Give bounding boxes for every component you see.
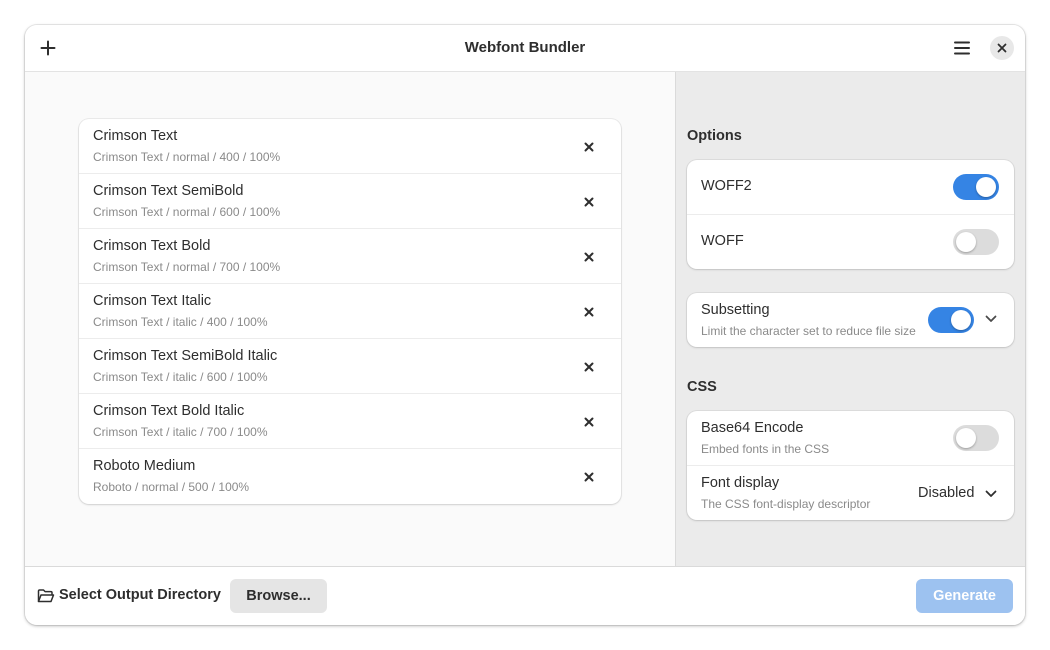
remove-icon [584, 197, 594, 207]
remove-icon [584, 417, 594, 427]
remove-font-button[interactable] [577, 355, 601, 379]
main-menu-button[interactable] [948, 35, 976, 61]
font-details: Crimson Text / italic / 700 / 100% [93, 425, 268, 439]
browse-button[interactable]: Browse... [230, 579, 327, 613]
font-details: Crimson Text / normal / 600 / 100% [93, 205, 281, 219]
generate-button[interactable]: Generate [916, 579, 1013, 613]
app-window: Webfont Bundler Crimson Text Crimson Tex… [25, 25, 1025, 625]
font-details: Crimson Text / italic / 600 / 100% [93, 370, 268, 384]
font-details: Crimson Text / italic / 400 / 100% [93, 315, 268, 329]
font-row: Crimson Text Bold Italic Crimson Text / … [79, 394, 621, 449]
woff2-switch[interactable] [953, 174, 999, 200]
font-details: Crimson Text / normal / 700 / 100% [93, 260, 281, 274]
font-row: Crimson Text Crimson Text / normal / 400… [79, 119, 621, 174]
remove-font-button[interactable] [577, 190, 601, 214]
switch-knob [951, 310, 971, 330]
bottom-bar: Select Output Directory Browse... Genera… [25, 566, 1025, 625]
subsetting-switch[interactable] [928, 307, 974, 333]
switch-knob [976, 177, 996, 197]
font-name: Crimson Text [93, 128, 178, 144]
font-list-pane: Crimson Text Crimson Text / normal / 400… [25, 72, 675, 566]
font-row: Crimson Text Bold Crimson Text / normal … [79, 229, 621, 284]
font-display-dropdown-toggle[interactable] [983, 486, 999, 502]
font-name: Crimson Text SemiBold [93, 183, 244, 199]
base64-switch[interactable] [953, 425, 999, 451]
remove-icon [584, 252, 594, 262]
switch-knob [956, 428, 976, 448]
woff2-label: WOFF2 [701, 178, 752, 194]
font-row: Crimson Text SemiBold Crimson Text / nor… [79, 174, 621, 229]
window-title: Webfont Bundler [464, 39, 586, 56]
chevron-down-icon [985, 490, 997, 497]
font-display-dropdown[interactable]: Disabled [918, 485, 974, 501]
subsetting-subtitle: Limit the character set to reduce file s… [701, 324, 916, 338]
hamburger-menu-icon [954, 41, 970, 55]
subsetting-card: Subsetting Limit the character set to re… [687, 293, 1014, 347]
base64-subtitle: Embed fonts in the CSS [701, 442, 830, 456]
font-row: Roboto Medium Roboto / normal / 500 / 10… [79, 449, 621, 504]
font-display-label: Font display [701, 475, 780, 491]
switch-knob [956, 232, 976, 252]
font-display-subtitle: The CSS font-display descriptor [701, 497, 871, 511]
remove-font-button[interactable] [577, 410, 601, 434]
close-icon [997, 43, 1007, 53]
woff-switch[interactable] [953, 229, 999, 255]
close-window-button[interactable] [990, 36, 1014, 60]
font-name: Roboto Medium [93, 458, 196, 474]
woff-label: WOFF [701, 233, 744, 249]
font-row: Crimson Text SemiBold Italic Crimson Tex… [79, 339, 621, 394]
font-name: Crimson Text Bold [93, 238, 211, 254]
subsetting-label: Subsetting [701, 302, 770, 318]
font-display-row[interactable]: Font display The CSS font-display descri… [687, 466, 1014, 520]
font-details: Roboto / normal / 500 / 100% [93, 480, 250, 494]
font-name: Crimson Text SemiBold Italic [93, 348, 278, 364]
options-sidebar: Options WOFF2 WOFF Subsetting Limit the … [675, 72, 1025, 566]
folder-open-icon [37, 589, 55, 603]
chevron-down-icon [985, 315, 997, 322]
css-options-card: Base64 Encode Embed fonts in the CSS Fon… [687, 411, 1014, 520]
base64-label: Base64 Encode [701, 420, 804, 436]
font-name: Crimson Text Italic [93, 293, 212, 309]
font-row: Crimson Text Italic Crimson Text / itali… [79, 284, 621, 339]
font-details: Crimson Text / normal / 400 / 100% [93, 150, 281, 164]
subsetting-expander[interactable] [983, 311, 999, 327]
options-section-title: Options [687, 128, 742, 144]
subsetting-row[interactable]: Subsetting Limit the character set to re… [687, 293, 1014, 347]
remove-icon [584, 142, 594, 152]
font-list: Crimson Text Crimson Text / normal / 400… [79, 119, 621, 504]
remove-font-button[interactable] [577, 245, 601, 269]
remove-font-button[interactable] [577, 300, 601, 324]
remove-icon [584, 472, 594, 482]
remove-font-button[interactable] [577, 135, 601, 159]
header-bar: Webfont Bundler [25, 25, 1025, 72]
woff-row[interactable]: WOFF [687, 215, 1014, 269]
woff2-row[interactable]: WOFF2 [687, 160, 1014, 215]
font-name: Crimson Text Bold Italic [93, 403, 245, 419]
output-directory-label: Select Output Directory [59, 587, 221, 603]
remove-icon [584, 307, 594, 317]
css-section-title: CSS [687, 379, 717, 395]
remove-font-button[interactable] [577, 465, 601, 489]
base64-row[interactable]: Base64 Encode Embed fonts in the CSS [687, 411, 1014, 466]
format-options-card: WOFF2 WOFF [687, 160, 1014, 269]
remove-icon [584, 362, 594, 372]
